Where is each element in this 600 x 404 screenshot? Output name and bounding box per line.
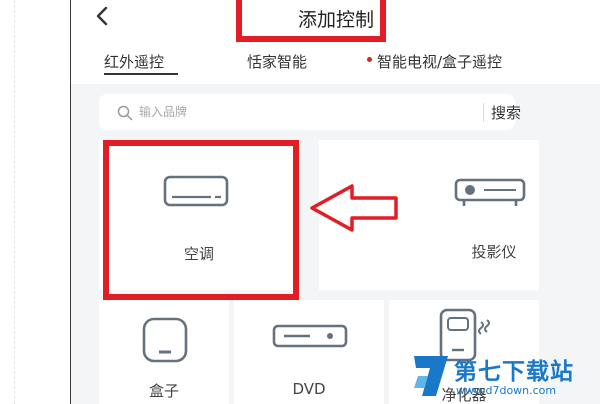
device-label-projector: 投影仪: [471, 243, 517, 261]
search-button[interactable]: 搜索: [491, 102, 521, 123]
air-conditioner-highlight-box: [103, 140, 299, 300]
site-watermark: 第七下载站 www.d7down.com: [404, 350, 600, 404]
title-highlight-box: [236, 0, 386, 42]
device-label-tv-box: 盒子: [148, 382, 179, 400]
search-divider: [483, 103, 484, 122]
device-dvd[interactable]: DVD: [234, 300, 384, 404]
left-arrow-icon: [310, 184, 398, 232]
active-tab-indicator: [104, 73, 178, 75]
tv-box-icon: [142, 317, 188, 363]
page-margin-rule: [14, 0, 15, 404]
search-icon: [117, 105, 133, 121]
tab-smart-tv-box-remote[interactable]: 智能电视/盒子遥控: [377, 51, 502, 72]
tab-tianjia-smart[interactable]: 恬家智能: [247, 51, 307, 72]
device-label-dvd: DVD: [292, 380, 326, 398]
dvd-player-icon: [272, 324, 348, 348]
new-badge-dot: [367, 57, 372, 62]
tab-bar: 红外遥控 恬家智能 智能电视/盒子遥控: [71, 36, 600, 84]
projector-icon: [454, 178, 526, 206]
brand-search-bar: 搜索: [99, 94, 521, 130]
watermark-site-name: 第七下载站: [454, 359, 574, 385]
tab-infrared-remote[interactable]: 红外遥控: [104, 51, 164, 72]
brand-search-input[interactable]: [139, 102, 439, 122]
device-tv-box[interactable]: 盒子: [99, 300, 229, 404]
watermark-url: www.d7down.com: [456, 384, 557, 397]
site-logo-icon: [414, 356, 448, 396]
